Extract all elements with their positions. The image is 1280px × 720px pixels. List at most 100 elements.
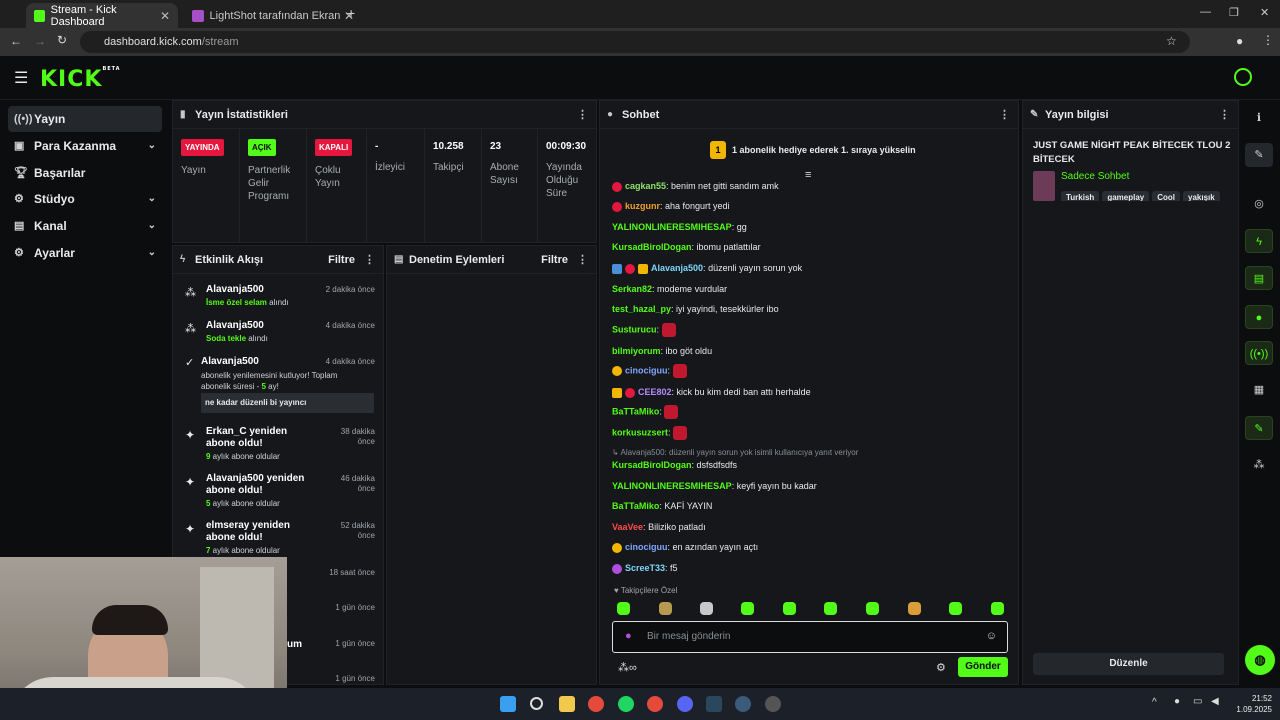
document-icon[interactable]: ▤	[1245, 266, 1273, 290]
network-icon[interactable]: ▭	[1193, 696, 1202, 707]
emote-icon[interactable]	[617, 602, 630, 615]
sidebar-item-basarilar[interactable]: 🏆︎ Başarılar	[8, 160, 162, 186]
info-icon[interactable]: ℹ	[1245, 106, 1273, 130]
steam-icon[interactable]	[706, 696, 722, 712]
chat-username[interactable]: KursadBirolDogan	[612, 242, 692, 252]
browser-menu-icon[interactable]: ⋮	[1262, 33, 1274, 47]
chat-username[interactable]: cinociguu	[625, 542, 668, 552]
chat-username[interactable]: BaTTaMiko	[612, 406, 659, 416]
discord-icon[interactable]	[677, 696, 693, 712]
send-button[interactable]: Gönder	[958, 657, 1008, 677]
chat-username[interactable]: kuzgunr	[625, 201, 660, 211]
spotify-icon[interactable]	[618, 696, 634, 712]
emote-icon[interactable]	[908, 602, 921, 615]
close-tab-icon[interactable]: ✕	[160, 9, 170, 23]
more-options-icon[interactable]: ⋮	[364, 246, 375, 274]
bookmark-star-icon[interactable]: ☆	[1166, 34, 1177, 48]
emote-icon[interactable]	[949, 602, 962, 615]
kick-logo[interactable]: KICKBETA	[40, 66, 121, 92]
chrome-icon[interactable]	[588, 696, 604, 712]
wrench-icon[interactable]: ✎	[1245, 416, 1273, 440]
forward-icon[interactable]: →	[34, 34, 46, 48]
chat-username[interactable]: bilmiyorum	[612, 346, 661, 356]
file-explorer-icon[interactable]	[559, 696, 575, 712]
chat-username[interactable]: Serkan82	[612, 284, 652, 294]
obs-icon[interactable]	[765, 696, 781, 712]
sidebar-item-yayin[interactable]: ((•)) Yayın	[8, 106, 162, 132]
browser-tab-lightshot[interactable]: LightShot tarafından Ekran Gör... ✕	[184, 3, 362, 28]
close-window-icon[interactable]: ✕	[1260, 6, 1269, 19]
restore-icon[interactable]: ❐	[1229, 6, 1239, 19]
chat-settings-icon[interactable]: ⚙	[936, 661, 946, 674]
activity-sub: aylık abone oldular	[210, 546, 280, 555]
chat-username[interactable]: VaaVee	[612, 522, 643, 532]
edit-button[interactable]: Düzenle	[1033, 653, 1224, 675]
volume-icon[interactable]: ◀	[1211, 696, 1219, 707]
chat-username[interactable]: YALINONLINERESMIHESAP	[612, 481, 732, 491]
clock[interactable]: 21:52 1.09.2025	[1232, 693, 1272, 715]
chat-username[interactable]: KursadBirolDogan	[612, 460, 692, 470]
emote-icon[interactable]	[991, 602, 1004, 615]
chrome-active-icon[interactable]	[647, 696, 663, 712]
emote-icon[interactable]	[866, 602, 879, 615]
community-icon[interactable]: ⁂	[1245, 453, 1273, 477]
microphone-icon[interactable]: ●	[625, 630, 632, 642]
chat-username[interactable]: cinociguu	[625, 365, 668, 375]
more-options-icon[interactable]: ⋮	[577, 101, 588, 129]
emoji-icon[interactable]: ☺	[986, 630, 997, 642]
search-icon[interactable]	[530, 697, 543, 710]
chat-username[interactable]: ScreeT33	[625, 563, 665, 573]
chat-username[interactable]: Susturucu	[612, 324, 657, 334]
chat-username[interactable]: Alavanja500	[651, 263, 703, 273]
emote-icon[interactable]	[659, 602, 672, 615]
category-name[interactable]: Sadece Sohbet	[1061, 171, 1129, 182]
filter-button[interactable]: Filtre	[328, 246, 355, 274]
more-options-icon[interactable]: ⋮	[999, 101, 1010, 129]
layout-icon[interactable]: ▦	[1245, 378, 1273, 402]
chat-message: ScreeT33: f5	[612, 563, 678, 574]
stat-izleyici: - İzleyici	[367, 129, 425, 242]
broadcast-icon[interactable]: ((•))	[1245, 341, 1273, 365]
pinned-banner[interactable]: 1 1 abonelik hediye ederek 1. sıraya yüks…	[710, 141, 916, 159]
tray-chevron-icon[interactable]: ^	[1152, 697, 1157, 708]
lightning-icon[interactable]: ϟ	[1245, 229, 1273, 253]
chat-username[interactable]: korkusuzsert	[612, 427, 668, 437]
more-options-icon[interactable]: ⋮	[577, 246, 588, 274]
hamburger-menu-icon[interactable]: ☰	[14, 68, 28, 88]
chat-username[interactable]: YALINONLINERESMIHESAP	[612, 222, 732, 232]
user-avatar-icon[interactable]	[1234, 68, 1252, 86]
sidebar-item-studyo[interactable]: ⚙ Stüdyo ⌄	[8, 186, 162, 212]
chat-username[interactable]: BaTTaMiko	[612, 501, 659, 511]
emote-icon[interactable]	[783, 602, 796, 615]
emote-icon[interactable]	[824, 602, 837, 615]
back-icon[interactable]: ←	[10, 34, 22, 48]
filter-button[interactable]: Filtre	[541, 246, 568, 274]
category-thumbnail[interactable]	[1033, 171, 1055, 201]
chat-icon[interactable]: ●	[1245, 305, 1273, 329]
sidebar-item-para-kazanma[interactable]: ▣ Para Kazanma ⌄	[8, 133, 162, 159]
sidebar-item-ayarlar[interactable]: ⚙ Ayarlar ⌄	[8, 240, 162, 266]
activity-sub: aylık abone oldular	[210, 452, 280, 461]
more-options-icon[interactable]: ⋮	[1219, 101, 1230, 129]
chat-username[interactable]: cagkan55	[625, 181, 666, 191]
windows-start-icon[interactable]	[500, 696, 516, 712]
reload-icon[interactable]: ↻	[57, 33, 67, 47]
app-icon[interactable]	[735, 696, 751, 712]
chat-input[interactable]: ● Bir mesaj gönderin ☺	[612, 621, 1008, 653]
emote-icon[interactable]	[700, 602, 713, 615]
profile-icon[interactable]: ●	[1236, 34, 1243, 48]
minimize-icon[interactable]: —	[1200, 6, 1211, 18]
chat-filter-icon[interactable]: ≡	[805, 169, 811, 181]
focus-icon[interactable]: ◎	[1245, 192, 1273, 216]
chat-username[interactable]: test_hazal_py	[612, 304, 671, 314]
new-tab-icon[interactable]: +	[347, 5, 355, 21]
community-icon[interactable]: ⁂∞	[618, 661, 637, 674]
browser-tab-kick[interactable]: Stream - Kick Dashboard ✕	[26, 3, 178, 28]
help-chat-icon[interactable]: ◍	[1245, 645, 1275, 675]
url-input[interactable]: dashboard.kick.com/stream	[80, 31, 1190, 53]
edit-icon[interactable]: ✎	[1245, 143, 1273, 167]
microphone-tray-icon[interactable]: ●	[1174, 696, 1180, 707]
chat-username[interactable]: CEE802	[638, 387, 672, 397]
emote-icon[interactable]	[741, 602, 754, 615]
sidebar-item-kanal[interactable]: ▤ Kanal ⌄	[8, 213, 162, 239]
